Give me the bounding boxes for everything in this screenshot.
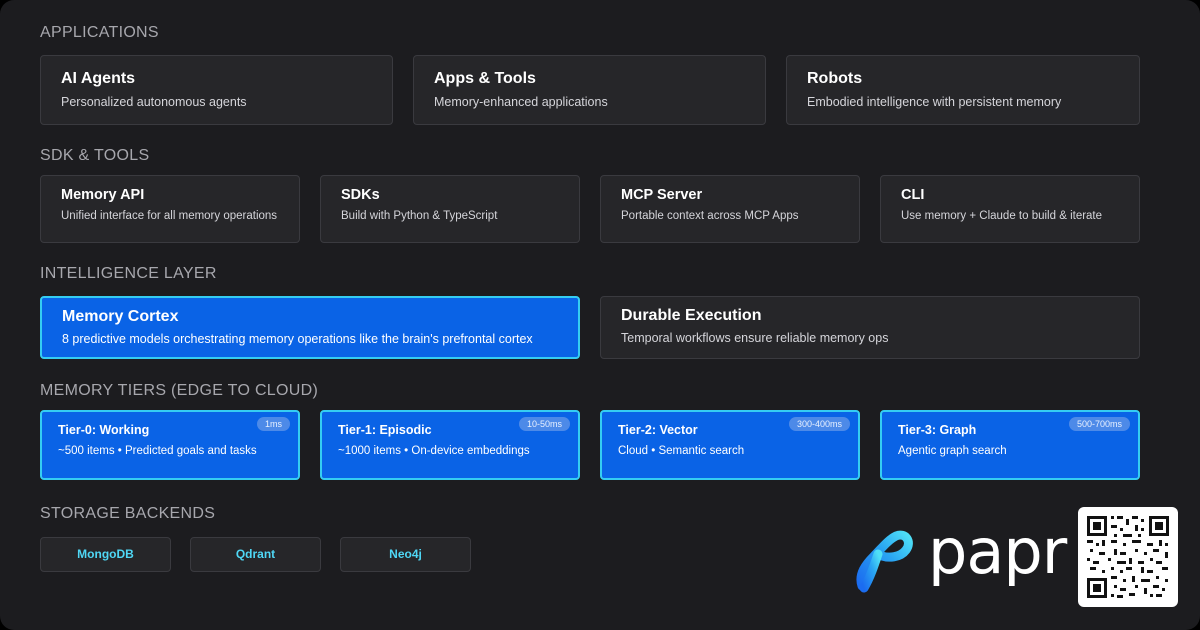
card-desc: Temporal workflows ensure reliable memor…	[621, 331, 889, 345]
card-ai-agents: AI Agents Personalized autonomous agents	[40, 55, 393, 125]
architecture-diagram: APPLICATIONS AI Agents Personalized auto…	[0, 0, 1200, 630]
card-desc: Use memory + Claude to build & iterate	[901, 210, 1103, 222]
card-title: Apps & Tools	[434, 70, 536, 87]
card-cli: CLI Use memory + Claude to build & itera…	[880, 175, 1140, 243]
card-desc: Embodied intelligence with persistent me…	[807, 95, 1062, 109]
card-desc: Agentic graph search	[898, 445, 1007, 457]
storage-mongodb: MongoDB	[40, 537, 171, 572]
card-robots: Robots Embodied intelligence with persis…	[786, 55, 1140, 125]
card-title: CLI	[901, 187, 925, 203]
qr-code-graphic	[1087, 516, 1169, 598]
section-title-tiers: MEMORY TIERS (EDGE TO CLOUD)	[40, 382, 319, 399]
qr-code	[1078, 507, 1178, 607]
card-tier-3: Tier-3: Graph Agentic graph search 500-7…	[880, 410, 1140, 480]
card-title: SDKs	[341, 187, 380, 203]
card-mcp-server: MCP Server Portable context across MCP A…	[600, 175, 860, 243]
card-desc: Personalized autonomous agents	[61, 95, 247, 109]
card-tier-2: Tier-2: Vector Cloud • Semantic search 3…	[600, 410, 860, 480]
card-apps-tools: Apps & Tools Memory-enhanced application…	[413, 55, 766, 125]
card-desc: 8 predictive models orchestrating memory…	[62, 332, 533, 346]
card-tier-1: Tier-1: Episodic ~1000 items • On-device…	[320, 410, 580, 480]
card-title: Memory Cortex	[62, 308, 179, 325]
section-title-sdk-tools: SDK & TOOLS	[40, 147, 150, 164]
card-memory-cortex: Memory Cortex 8 predictive models orches…	[40, 296, 580, 359]
card-title: Tier-1: Episodic	[338, 423, 432, 437]
section-title-intelligence: INTELLIGENCE LAYER	[40, 265, 217, 282]
latency-badge: 500-700ms	[1068, 417, 1130, 431]
card-tier-0: Tier-0: Working ~500 items • Predicted g…	[40, 410, 300, 480]
card-title: Memory API	[61, 187, 145, 203]
card-desc: ~500 items • Predicted goals and tasks	[58, 445, 257, 457]
card-desc: Memory-enhanced applications	[434, 95, 608, 109]
section-title-applications: APPLICATIONS	[40, 24, 159, 41]
brand-wordmark: papr	[928, 515, 1067, 588]
card-desc: Unified interface for all memory operati…	[61, 210, 278, 222]
card-title: Tier-2: Vector	[618, 423, 698, 437]
card-desc: Build with Python & TypeScript	[341, 210, 498, 222]
card-durable-execution: Durable Execution Temporal workflows ens…	[600, 296, 1140, 359]
card-desc: Portable context across MCP Apps	[621, 210, 799, 222]
card-title: MCP Server	[621, 187, 703, 203]
latency-badge: 300-400ms	[788, 417, 850, 431]
storage-neo4j: Neo4j	[340, 537, 471, 572]
card-sdks: SDKs Build with Python & TypeScript	[320, 175, 580, 243]
latency-badge: 1ms	[256, 417, 290, 431]
card-title: Robots	[807, 70, 863, 87]
storage-qdrant: Qdrant	[190, 537, 321, 572]
section-title-storage: STORAGE BACKENDS	[40, 505, 216, 522]
card-title: Durable Execution	[621, 307, 762, 324]
card-desc: Cloud • Semantic search	[618, 445, 745, 457]
card-title: Tier-3: Graph	[898, 423, 977, 437]
latency-badge: 10-50ms	[518, 417, 570, 431]
card-title: AI Agents	[61, 70, 136, 87]
card-title: Tier-0: Working	[58, 423, 150, 437]
papr-logo-icon	[856, 530, 913, 593]
card-memory-api: Memory API Unified interface for all mem…	[40, 175, 300, 243]
card-desc: ~1000 items • On-device embeddings	[338, 445, 530, 457]
